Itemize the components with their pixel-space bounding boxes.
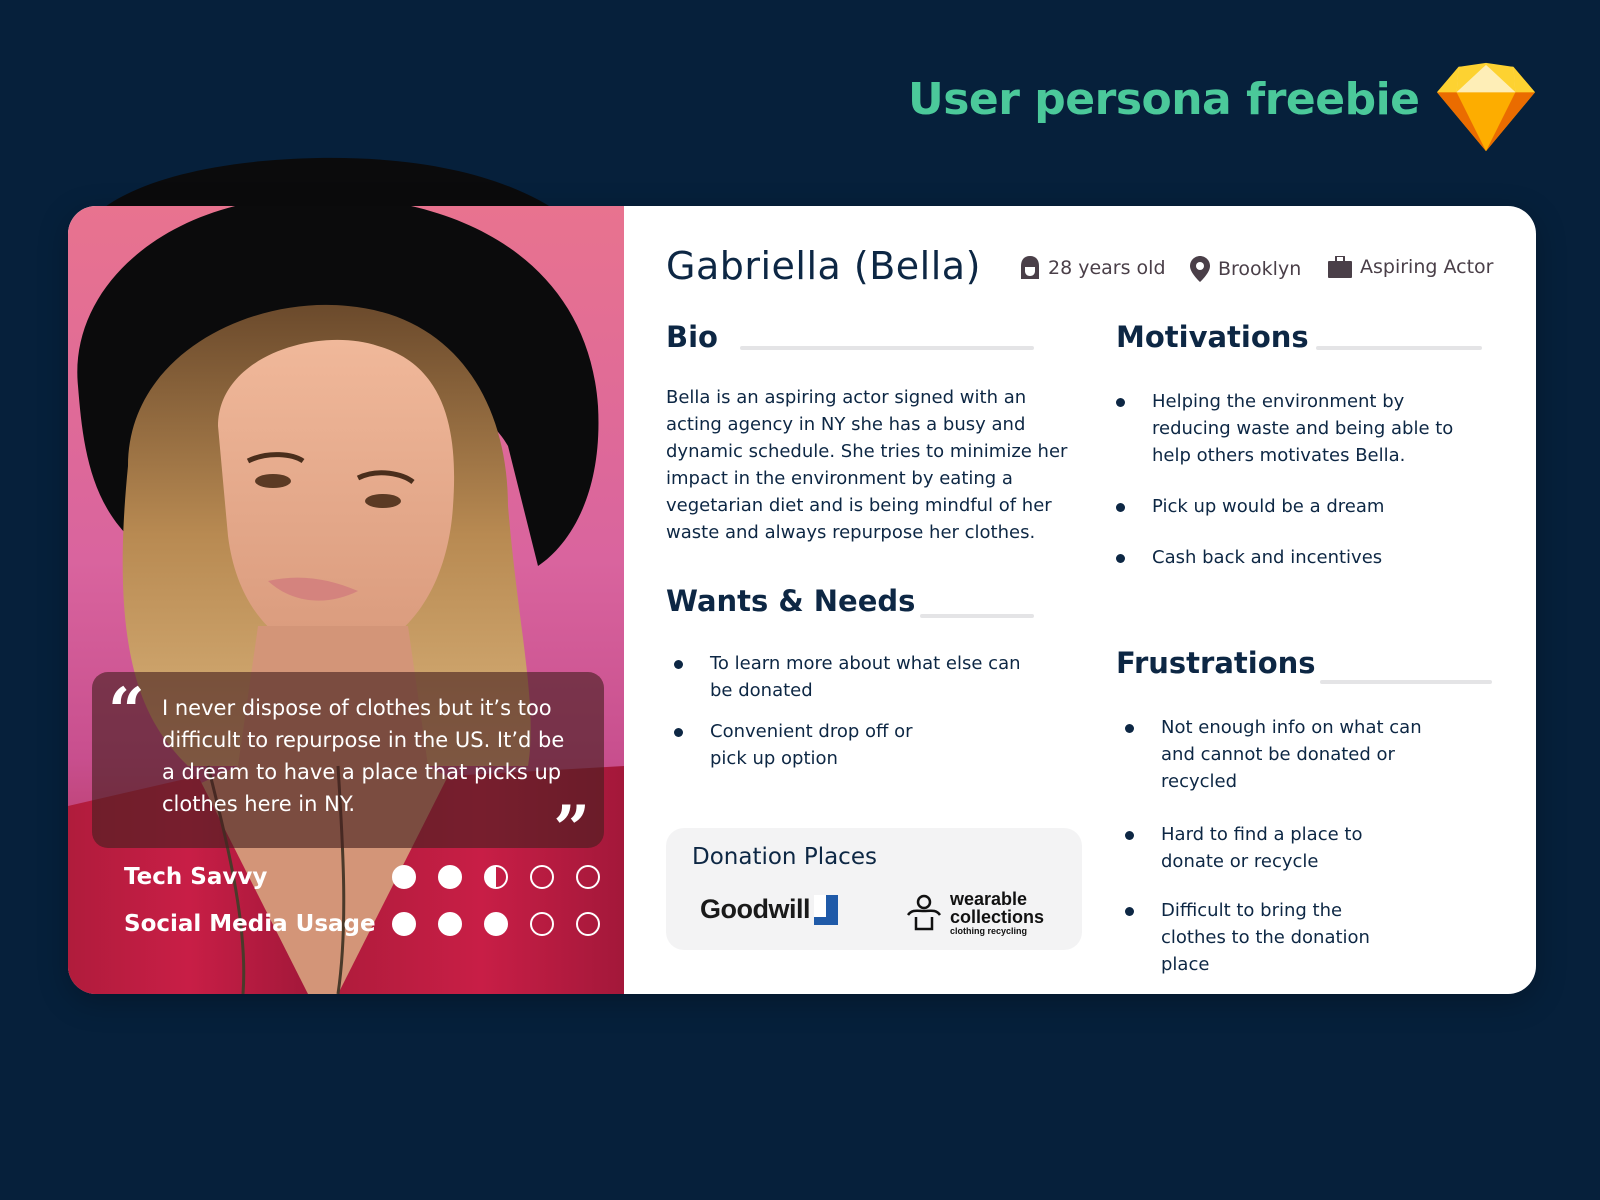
- location-pin-icon: [1190, 256, 1210, 282]
- donation-places-title: Donation Places: [692, 844, 877, 870]
- rating-social-media-usage: Social Media Usage: [124, 911, 604, 937]
- persona-page: User persona freebie “ I never dispose o…: [0, 0, 1600, 1200]
- briefcase-icon: [1328, 256, 1352, 278]
- list-item: To learn more about what else can be don…: [674, 650, 1034, 704]
- goodwill-wordmark: Goodwill: [700, 894, 811, 924]
- meta-age: 28 years old: [1020, 256, 1166, 280]
- rating-dot-empty: [530, 865, 554, 889]
- wearable-wordmark: wearable collections clothing recycling: [950, 889, 1045, 936]
- goodwill-smile-icon: [814, 895, 838, 925]
- rating-dot-empty: [530, 912, 554, 936]
- location-label: Brooklyn: [1218, 258, 1302, 280]
- rating-dot-filled: [438, 912, 462, 936]
- frustrations-list: Not enough info on what can and cannot b…: [1125, 714, 1485, 978]
- rating-dot-filled: [438, 865, 462, 889]
- meta-location: Brooklyn: [1190, 256, 1301, 282]
- quote-open-icon: “: [108, 674, 145, 749]
- list-item: Cash back and incentives: [1116, 544, 1476, 571]
- rating-label: Social Media Usage: [124, 911, 376, 937]
- bio-title: Bio: [666, 320, 718, 354]
- rating-dots: [392, 865, 600, 889]
- wants-needs-title: Wants & Needs: [666, 584, 916, 618]
- rating-dot-empty: [576, 865, 600, 889]
- rating-dot-filled: [484, 912, 508, 936]
- motivations-list: Helping the environment by reducing wast…: [1116, 388, 1476, 571]
- rating-dot-filled: [392, 865, 416, 889]
- occupation-label: Aspiring Actor: [1360, 256, 1494, 278]
- bio-text: Bella is an aspiring actor signed with a…: [666, 387, 1068, 543]
- rating-dot-half: [484, 865, 508, 889]
- list-item: Convenient drop off or pick up option: [674, 718, 954, 772]
- list-item: Difficult to bring the clothes to the do…: [1125, 897, 1405, 978]
- list-item: Helping the environment by reducing wast…: [1116, 388, 1456, 469]
- list-item: Hard to find a place to donate or recycl…: [1125, 821, 1415, 875]
- wants-needs-divider: [920, 614, 1034, 618]
- quote-text: I never dispose of clothes but it’s too …: [162, 696, 565, 816]
- persona-quote: “ I never dispose of clothes but it’s to…: [92, 672, 604, 862]
- frustrations-title: Frustrations: [1116, 646, 1316, 680]
- bio-divider: [740, 346, 1034, 350]
- rating-tech-savvy: Tech Savvy: [124, 864, 604, 890]
- motivations-divider: [1316, 346, 1482, 350]
- rating-dots: [392, 912, 600, 936]
- age-label: 28 years old: [1048, 257, 1166, 279]
- meta-occupation: Aspiring Actor: [1328, 256, 1493, 278]
- page-title: User persona freebie: [908, 74, 1420, 125]
- list-item: Pick up would be a dream: [1116, 493, 1476, 520]
- wearable-collections-logo[interactable]: wearable collections clothing recycling: [904, 890, 1044, 936]
- frustrations-divider: [1320, 680, 1492, 684]
- woman-face-icon: [1021, 256, 1039, 279]
- recycle-person-icon: [906, 894, 942, 931]
- donation-places-box: Donation Places Goodwill wearable collec…: [666, 828, 1082, 950]
- persona-photo-panel: “ I never dispose of clothes but it’s to…: [68, 206, 624, 994]
- rating-dot-filled: [392, 912, 416, 936]
- goodwill-logo[interactable]: Goodwill: [700, 894, 838, 925]
- wants-needs-list: To learn more about what else can be don…: [674, 650, 1034, 772]
- sketch-diamond-icon: [1437, 62, 1535, 152]
- persona-name: Gabriella (Bella): [666, 244, 981, 288]
- quote-close-icon: ”: [553, 792, 590, 867]
- motivations-title: Motivations: [1116, 320, 1309, 354]
- rating-dot-empty: [576, 912, 600, 936]
- rating-label: Tech Savvy: [124, 864, 268, 890]
- list-item: Not enough info on what can and cannot b…: [1125, 714, 1455, 795]
- persona-card: “ I never dispose of clothes but it’s to…: [68, 206, 1536, 994]
